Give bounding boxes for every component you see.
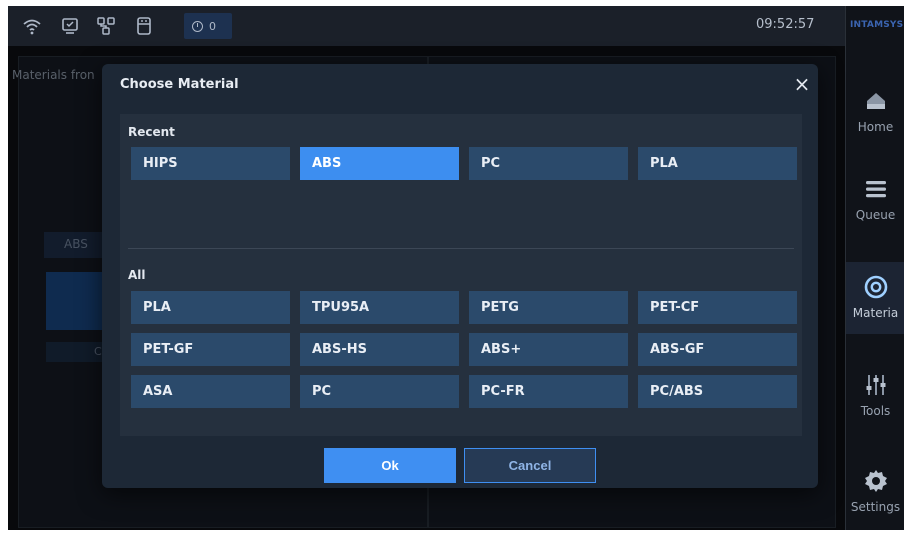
recent-material-pc[interactable]: PC	[469, 147, 628, 180]
wifi-icon	[22, 16, 42, 36]
material-abs-gf[interactable]: ABS-GF	[638, 333, 797, 366]
recent-section-label: Recent	[128, 125, 175, 139]
sidebar-item-label: Queue	[855, 208, 896, 222]
material-asa[interactable]: ASA	[131, 375, 290, 408]
sidebar-item-settings[interactable]: Settings	[846, 456, 904, 528]
choose-material-dialog: Choose Material × Recent HIPS ABS PC PLA…	[102, 64, 818, 488]
recent-material-pla[interactable]: PLA	[638, 147, 797, 180]
sidebar-item-queue[interactable]: Queue	[846, 164, 904, 236]
section-divider	[128, 248, 794, 249]
close-icon[interactable]: ×	[792, 73, 812, 95]
alert-count: 0	[209, 19, 216, 33]
alert-counter[interactable]: 0	[184, 13, 232, 39]
queue-icon	[863, 176, 889, 202]
dialog-body: Recent HIPS ABS PC PLA All PLA TPU95A PE…	[120, 114, 802, 436]
network-icon	[96, 16, 116, 36]
dialog-footer: Ok Cancel	[102, 444, 818, 488]
recent-material-abs[interactable]: ABS	[300, 147, 459, 180]
material-pc-fr[interactable]: PC-FR	[469, 375, 628, 408]
recent-material-grid: HIPS ABS PC PLA	[131, 147, 797, 180]
printer-screen: 0 09:52:57 Materials fron ABS C INTAMSYS…	[8, 6, 904, 530]
brand-logo: INTAMSYS	[850, 20, 904, 30]
status-bar: 0 09:52:57	[8, 6, 845, 46]
sidebar-item-label: Materia	[852, 306, 899, 320]
material-pc-abs[interactable]: PC/ABS	[638, 375, 797, 408]
sidebar-item-tools[interactable]: Tools	[846, 360, 904, 432]
sidebar-item-label: Tools	[860, 404, 891, 418]
material-pla[interactable]: PLA	[131, 291, 290, 324]
sidebar-item-material[interactable]: Materia	[846, 262, 904, 334]
cancel-button[interactable]: Cancel	[464, 448, 596, 483]
alert-icon	[192, 20, 203, 32]
sidebar-item-label: Home	[857, 120, 894, 134]
screen-icon	[60, 16, 80, 36]
sidebar-item-home[interactable]: Home	[846, 76, 904, 148]
material-pet-cf[interactable]: PET-CF	[638, 291, 797, 324]
material-abs-plus[interactable]: ABS+	[469, 333, 628, 366]
settings-icon	[863, 468, 889, 494]
dialog-header: Choose Material ×	[102, 64, 818, 106]
material-abs-hs[interactable]: ABS-HS	[300, 333, 459, 366]
sidebar: INTAMSYS Home Queue Materia Tools Settin…	[845, 6, 904, 530]
material-pet-gf[interactable]: PET-GF	[131, 333, 290, 366]
tools-icon	[863, 372, 889, 398]
material-tpu95a[interactable]: TPU95A	[300, 291, 459, 324]
material-icon	[863, 274, 889, 300]
ok-button[interactable]: Ok	[324, 448, 456, 483]
material-petg[interactable]: PETG	[469, 291, 628, 324]
material-pc[interactable]: PC	[300, 375, 459, 408]
clock: 09:52:57	[756, 17, 815, 32]
usb-icon	[134, 16, 154, 36]
all-section-label: All	[128, 268, 146, 282]
all-material-grid: PLA TPU95A PETG PET-CF PET-GF ABS-HS ABS…	[131, 291, 797, 408]
dialog-title: Choose Material	[120, 77, 239, 92]
recent-material-hips[interactable]: HIPS	[131, 147, 290, 180]
sidebar-item-label: Settings	[850, 500, 901, 514]
home-icon	[863, 88, 889, 114]
